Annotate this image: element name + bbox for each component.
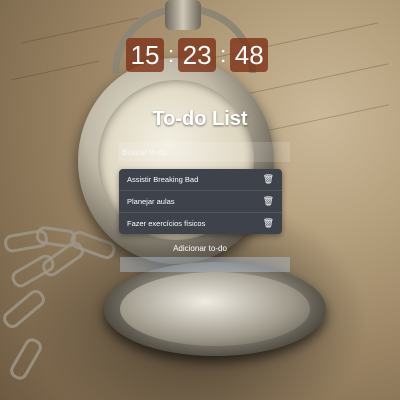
todo-item[interactable]: Fazer exercícios físicos 🗑 [119,213,282,234]
digital-clock: 15 : 23 : 48 [126,38,269,72]
todo-item-label: Assistir Breaking Bad [127,175,199,184]
trash-icon[interactable]: 🗑 [263,174,274,185]
clock-separator: : [168,42,175,67]
todo-item-label: Fazer exercícios físicos [127,219,206,228]
todo-item-label: Planejar aulas [127,197,175,206]
todo-list: Assistir Breaking Bad 🗑 Planejar aulas 🗑… [119,169,282,234]
clock-minutes: 23 [178,38,217,72]
trash-icon[interactable]: 🗑 [263,218,274,229]
add-todo-label: Adicionar to-do [173,244,227,253]
search-input[interactable] [118,142,290,162]
clock-hours: 15 [126,38,164,72]
add-todo-input[interactable] [120,257,290,272]
todo-item[interactable]: Planejar aulas 🗑 [119,191,282,213]
clock-separator: : [220,42,227,67]
page-title: To-do List [152,108,248,130]
trash-icon[interactable]: 🗑 [263,196,274,207]
todo-item[interactable]: Assistir Breaking Bad 🗑 [119,169,282,191]
clock-seconds: 48 [230,38,269,72]
